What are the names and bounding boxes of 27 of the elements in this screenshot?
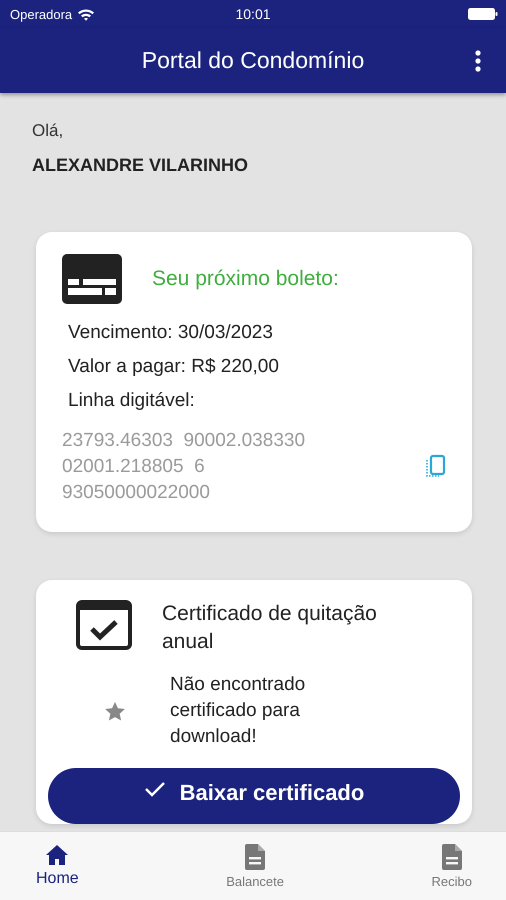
check-icon bbox=[144, 780, 166, 798]
nav-tab[interactable]: Home bbox=[30, 832, 85, 900]
status-time: 10:01 bbox=[235, 6, 271, 22]
app-title: Portal do Condomínio bbox=[142, 47, 364, 74]
wifi-icon bbox=[77, 8, 96, 20]
line-label: Linha digitável: bbox=[68, 390, 196, 412]
nav-tab[interactable]: Balancete bbox=[220, 832, 290, 900]
star-icon bbox=[104, 700, 126, 722]
more-menu-icon[interactable] bbox=[474, 50, 482, 72]
card-title: Seu próximo boleto: bbox=[152, 267, 339, 291]
download-button[interactable]: Baixar certificado bbox=[48, 768, 460, 824]
not-found-message: Não encontrado certificado para download! bbox=[170, 673, 306, 749]
battery-icon bbox=[468, 8, 498, 20]
nav-tab[interactable]: Recibo bbox=[426, 832, 478, 900]
copy-icon[interactable] bbox=[424, 454, 446, 480]
certificate-icon bbox=[76, 600, 132, 650]
carrier-name: Operadora bbox=[10, 6, 72, 22]
greeting-text: Olá, bbox=[32, 121, 64, 141]
home-icon bbox=[45, 844, 70, 866]
certificate-title: Certificado de quitação anual bbox=[162, 601, 378, 655]
card-icon bbox=[62, 254, 122, 304]
document-icon bbox=[442, 844, 462, 870]
amount-text: Valor a pagar: R$ 220,00 bbox=[68, 356, 280, 378]
barcode-number: 23793.46303 90002.038330 02001.218805 6 93050000022000 bbox=[62, 429, 306, 505]
user-name: ALEXANDRE VILARINHO bbox=[32, 155, 250, 176]
document-icon bbox=[245, 844, 266, 870]
due-date: Vencimento: 30/03/2023 bbox=[68, 322, 274, 344]
